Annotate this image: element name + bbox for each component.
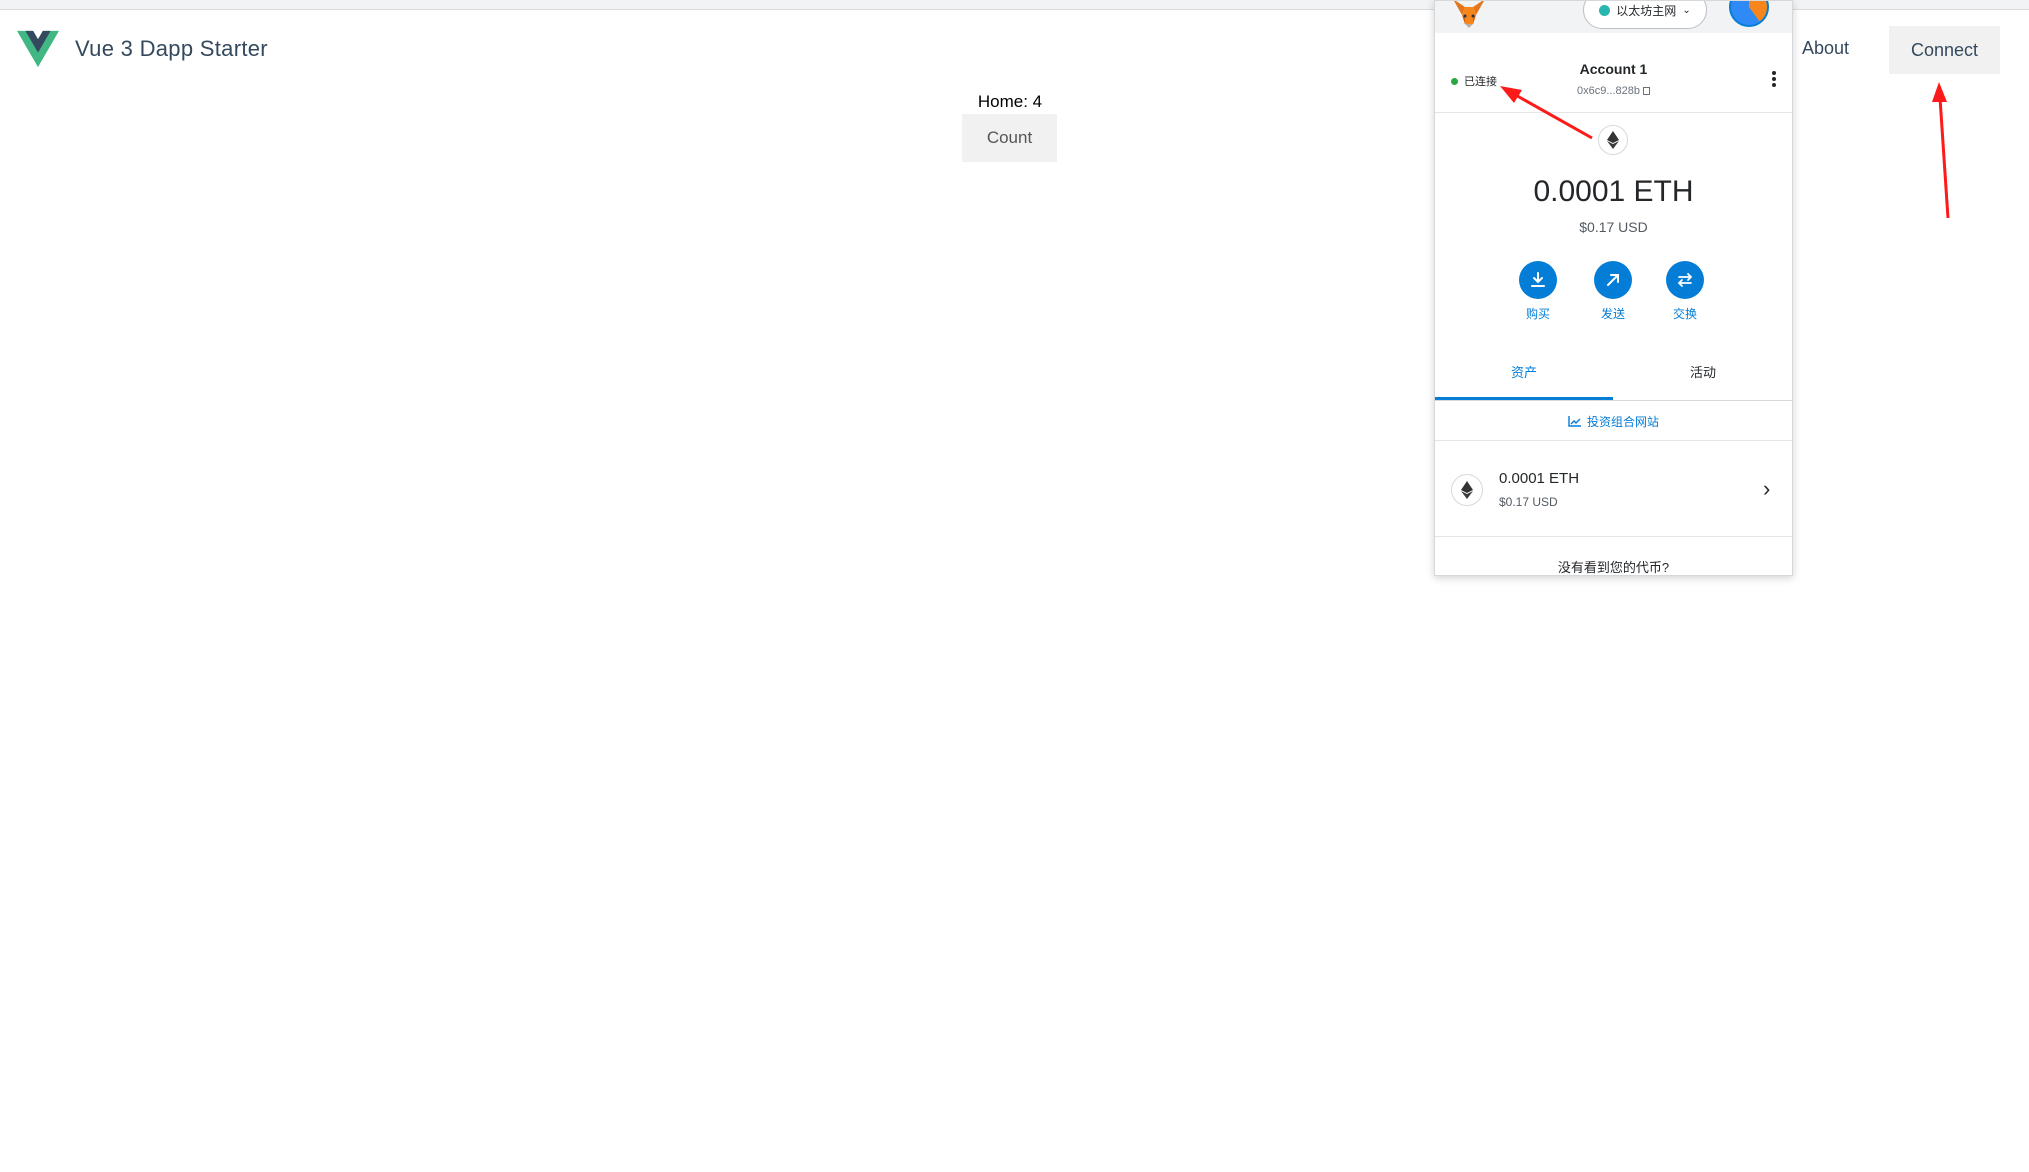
account-address-text: 0x6c9...828b [1577, 85, 1640, 97]
account-avatar[interactable] [1729, 1, 1769, 27]
swap-icon [1666, 261, 1704, 299]
network-name: 以太坊主网 [1616, 3, 1677, 18]
account-bar: 已连接 Account 1 0x6c9...828b [1435, 51, 1792, 113]
connected-dot-icon [1451, 77, 1458, 85]
buy-label: 购买 [1525, 307, 1550, 321]
portfolio-link[interactable]: 投资组合网站 [1435, 403, 1792, 441]
tab-activity[interactable]: 活动 [1614, 347, 1792, 400]
vue-logo-icon [17, 30, 59, 68]
download-icon [1519, 261, 1557, 299]
portfolio-link-label: 投资组合网站 [1586, 415, 1659, 429]
buy-button[interactable]: 购买 [1508, 261, 1568, 322]
asset-row-eth[interactable]: 0.0001 ETH $0.17 USD › [1435, 442, 1792, 537]
network-selector[interactable]: 以太坊主网 ⌄ [1583, 1, 1707, 29]
app-title: Vue 3 Dapp Starter [75, 36, 268, 61]
swap-button[interactable]: 交换 [1655, 261, 1715, 322]
nav-about-link[interactable]: About [1802, 38, 1849, 59]
account-name[interactable]: Account 1 [1435, 61, 1792, 77]
balance-usd: $0.17 USD [1579, 219, 1648, 235]
send-button[interactable]: 发送 [1583, 261, 1643, 322]
swap-label: 交换 [1672, 307, 1697, 321]
connect-button[interactable]: Connect [1889, 26, 2000, 74]
count-button[interactable]: Count [962, 114, 1057, 162]
arrow-up-right-icon [1594, 261, 1632, 299]
chevron-right-icon: › [1763, 476, 1771, 501]
network-status-dot-icon [1599, 4, 1611, 16]
wallet-tabs: 资产 活动 [1435, 347, 1792, 401]
send-label: 发送 [1600, 307, 1625, 321]
asset-amount: 0.0001 ETH [1499, 470, 1580, 487]
tab-assets[interactable]: 资产 [1435, 347, 1613, 400]
metamask-header: 以太坊主网 ⌄ [1435, 1, 1792, 33]
token-not-seen-link[interactable]: 没有看到您的代币? [1435, 557, 1792, 575]
copy-icon [1643, 87, 1650, 95]
account-options-icon[interactable] [1769, 71, 1779, 91]
brand: Vue 3 Dapp Starter [17, 30, 268, 68]
annotation-arrow-connect [1932, 82, 1950, 219]
eth-logo-icon [1598, 125, 1628, 155]
account-address[interactable]: 0x6c9...828b [1435, 85, 1792, 97]
balance-amount: 0.0001 ETH [1533, 175, 1694, 208]
metamask-popup: 以太坊主网 ⌄ 已连接 Account 1 0x6c9...828b 0.000… [1434, 0, 1793, 576]
home-counter-label: Home: 4 [977, 92, 1043, 111]
eth-token-icon [1451, 474, 1483, 506]
asset-usd: $0.17 USD [1499, 495, 1558, 509]
metamask-fox-icon [1454, 1, 1484, 28]
chevron-down-icon: ⌄ [1682, 4, 1691, 16]
chart-icon [1568, 416, 1581, 427]
